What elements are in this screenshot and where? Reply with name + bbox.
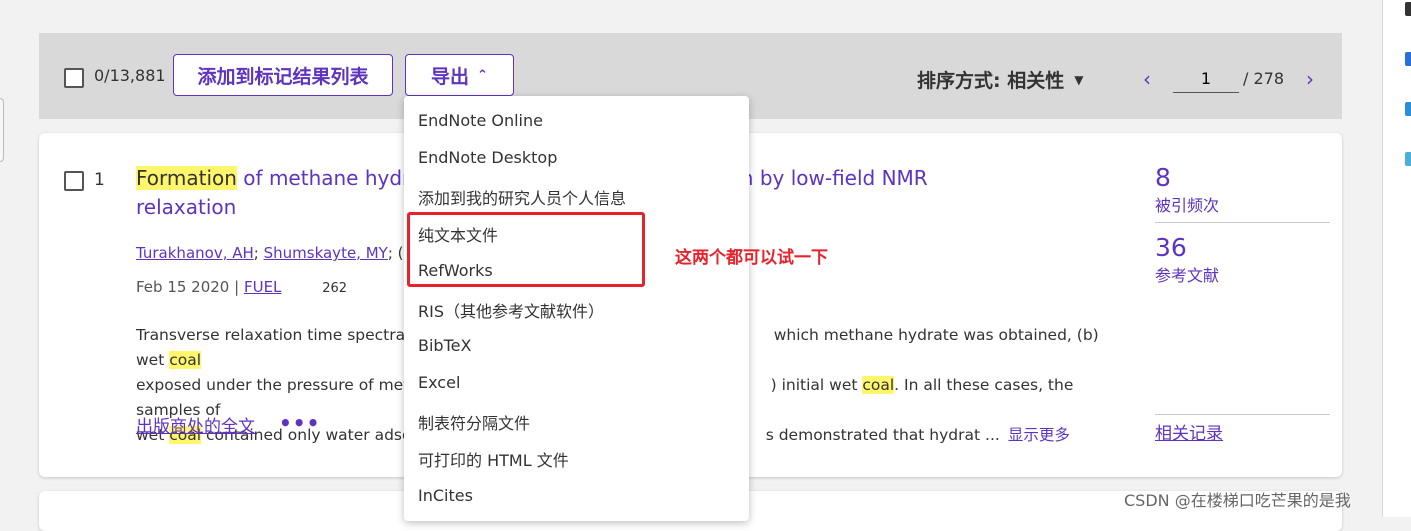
author-link[interactable]: Shumskayte, MY: [264, 244, 388, 262]
app-icon[interactable]: [1405, 152, 1411, 166]
result-authors: Turakhanov, AH; Shumskayte, MY; (...): [136, 244, 424, 262]
title-highlight: Formation: [136, 166, 237, 190]
left-edge: [0, 0, 38, 517]
select-all-checkbox[interactable]: [64, 68, 84, 88]
export-option-endnote-desktop[interactable]: EndNote Desktop: [418, 148, 557, 167]
sort-dropdown[interactable]: 排序方式: 相关性 ▼: [917, 66, 1083, 93]
export-option-endnote-online[interactable]: EndNote Online: [418, 111, 543, 130]
chevron-up-icon: ⌃: [477, 67, 488, 83]
export-option-printable-html[interactable]: 可打印的 HTML 文件: [418, 447, 569, 471]
app-icon[interactable]: [1405, 102, 1411, 116]
abstract-text: exposed under the pressure of metha: [136, 376, 429, 394]
journal-link[interactable]: FUEL: [244, 278, 281, 296]
abstract-highlight: coal: [862, 376, 895, 394]
left-collapse-tab[interactable]: [0, 98, 4, 162]
abstract-text: Transverse relaxation time spectra T-: [136, 326, 424, 344]
title-part1: of methane hydra: [236, 166, 423, 190]
abstract-highlight: coal: [169, 351, 202, 369]
result-metrics: 8 被引频次 36 参考文献: [1155, 163, 1330, 286]
references-count[interactable]: 36: [1155, 233, 1330, 262]
metrics-divider: [1155, 222, 1330, 223]
selected-count: 0/13,881: [94, 66, 166, 85]
related-divider: [1155, 414, 1330, 415]
export-button[interactable]: 导出 ⌃: [405, 54, 514, 96]
pagination: ‹ / 278 ›: [1135, 64, 1322, 93]
pub-date: Feb 15 2020 |: [136, 278, 240, 296]
app-icon[interactable]: [1405, 52, 1411, 66]
author-link[interactable]: Turakhanov, AH: [136, 244, 254, 262]
watermark: CSDN @在楼梯口吃芒果的是我: [1124, 491, 1351, 510]
abstract-text: s demonstrated that hydrat ...: [765, 426, 1000, 444]
export-dropdown-menu: EndNote Online EndNote Desktop 添加到我的研究人员…: [404, 96, 749, 521]
result-meta: Feb 15 2020 | FUEL 262: [136, 278, 347, 296]
times-cited-label: 被引频次: [1155, 196, 1220, 215]
user-icon[interactable]: [1405, 2, 1411, 16]
annotation-text: 这两个都可以试一下: [675, 248, 828, 268]
result-checkbox[interactable]: [64, 171, 84, 191]
export-label: 导出: [431, 65, 470, 88]
export-option-excel[interactable]: Excel: [418, 373, 460, 392]
export-option-ris[interactable]: RIS（其他参考文献软件）: [418, 298, 604, 322]
more-options-icon[interactable]: •••: [279, 411, 320, 435]
next-page-icon[interactable]: ›: [1298, 67, 1322, 91]
caret-down-icon: ▼: [1074, 72, 1084, 87]
add-to-marked-list-button[interactable]: 添加到标记结果列表: [173, 54, 393, 96]
page-number-input[interactable]: [1173, 64, 1239, 93]
related-records-link[interactable]: 相关记录: [1155, 419, 1223, 444]
page-total: / 278: [1243, 69, 1285, 88]
export-option-incites[interactable]: InCites: [418, 486, 473, 505]
export-option-bibtex[interactable]: BibTeX: [418, 336, 471, 355]
show-more-link[interactable]: 显示更多: [1008, 426, 1070, 444]
volume-number: 262: [322, 281, 348, 296]
abstract-text: ) initial wet: [770, 376, 863, 394]
export-option-tab-delimited[interactable]: 制表符分隔文件: [418, 410, 530, 434]
sort-label: 排序方式: 相关性: [917, 70, 1065, 92]
times-cited-count[interactable]: 8: [1155, 163, 1330, 192]
result-number: 1: [94, 170, 105, 190]
export-option-researcher-profile[interactable]: 添加到我的研究人员个人信息: [418, 185, 626, 209]
title-line2: relaxation: [136, 195, 237, 219]
prev-page-icon[interactable]: ‹: [1135, 67, 1159, 91]
references-label: 参考文献: [1155, 266, 1220, 285]
author-separator: ;: [253, 244, 264, 262]
right-sidebar: [1382, 0, 1411, 517]
annotation-highlight-box: [407, 212, 645, 287]
full-text-link[interactable]: 出版商处的全文: [136, 412, 255, 437]
